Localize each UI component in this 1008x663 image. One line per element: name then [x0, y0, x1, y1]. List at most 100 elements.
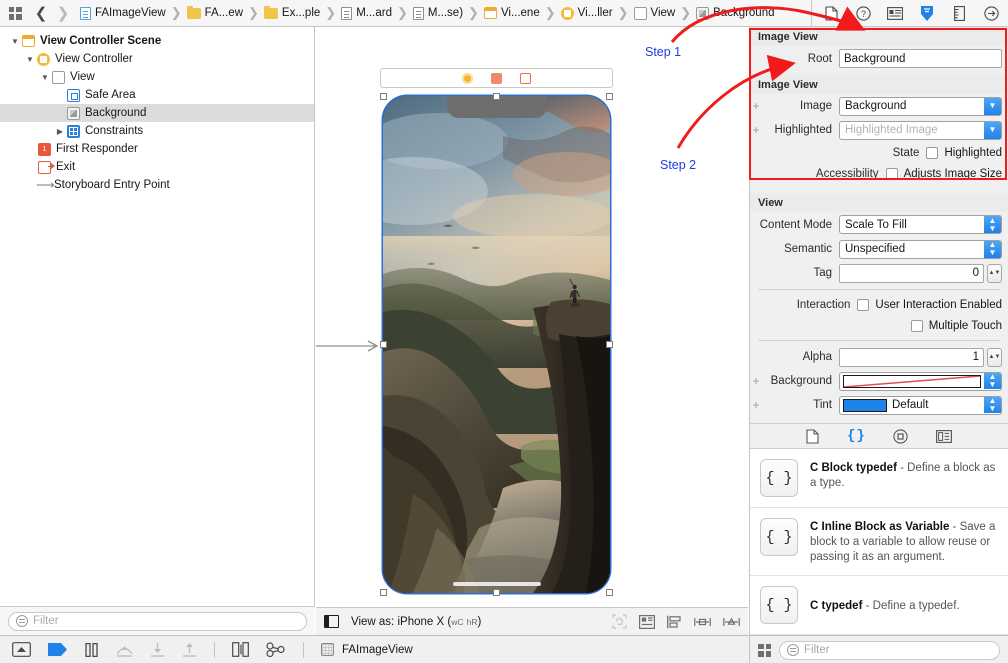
library-grid-toggle-icon[interactable] — [758, 643, 771, 657]
select-stepper-icon[interactable]: ▲ ▼ — [984, 373, 1001, 389]
chevron-down-icon[interactable]: ▼ — [984, 121, 1001, 139]
outline-item-storyboard-entry-point[interactable]: ⟶ Storyboard Entry Point — [0, 176, 314, 194]
step-into-icon[interactable] — [150, 642, 165, 657]
highlighted-checkbox[interactable] — [926, 146, 939, 159]
breakpoint-icon[interactable] — [48, 643, 67, 656]
root-input[interactable]: Background — [839, 49, 1002, 68]
user-interaction-enabled-checkbox[interactable] — [857, 298, 870, 311]
resize-handle-bottom-left[interactable] — [380, 589, 387, 596]
attributes-inspector-tab[interactable] — [918, 4, 936, 22]
embed-in-icon[interactable] — [639, 614, 655, 629]
disclosure-triangle-down-icon[interactable]: ▼ — [8, 37, 22, 46]
outline-filter-input[interactable]: Filter — [8, 611, 307, 631]
add-highlighted-variation-icon[interactable]: + — [750, 123, 762, 137]
code-snippet-library-tab[interactable]: { } — [847, 428, 865, 444]
device-preview[interactable] — [380, 93, 613, 596]
debug-view-hierarchy-icon[interactable] — [232, 642, 249, 657]
highlighted-image-combobox[interactable]: Highlighted Image ▼ — [839, 120, 1002, 140]
outline-item-view[interactable]: ▼ View — [0, 68, 314, 86]
content-mode-select[interactable]: Scale To Fill ▲ ▼ — [839, 215, 1002, 234]
chevron-down-icon[interactable]: ▼ — [984, 97, 1001, 115]
tint-color-select[interactable]: Default ▲ ▼ — [839, 395, 1002, 415]
disclosure-triangle-right-icon[interactable]: ▶ — [53, 127, 67, 136]
resize-handle-top-center[interactable] — [493, 93, 500, 100]
breadcrumb-item-5[interactable]: Vi...ene — [483, 7, 540, 19]
resize-handle-middle-right[interactable] — [606, 341, 613, 348]
memory-graph-icon[interactable] — [266, 642, 286, 657]
size-inspector-tab[interactable] — [950, 4, 968, 22]
quick-help-inspector-tab[interactable]: ? — [854, 4, 872, 22]
code-snippet-list[interactable]: { } C Block typedef - Define a block as … — [750, 449, 1008, 635]
step-over-icon[interactable] — [116, 643, 133, 657]
add-tint-variation-icon[interactable]: + — [750, 398, 762, 412]
background-color-well[interactable]: ▲ ▼ — [839, 371, 1002, 391]
scene-dock-bar[interactable] — [380, 68, 613, 88]
show-hide-navigator-icon[interactable] — [12, 642, 31, 657]
breadcrumb-item-0[interactable]: FAImageView — [80, 6, 166, 20]
tag-input[interactable]: 0 — [839, 263, 984, 283]
object-library-tab[interactable] — [893, 428, 908, 444]
tint-color-swatch[interactable] — [843, 398, 887, 412]
file-inspector-tab[interactable] — [822, 4, 840, 22]
storyboard-canvas[interactable] — [316, 27, 748, 607]
outline-item-background[interactable]: Background — [0, 104, 314, 122]
resize-handle-middle-left[interactable] — [380, 341, 387, 348]
disclosure-triangle-down-icon[interactable]: ▼ — [23, 55, 37, 64]
select-stepper-icon[interactable]: ▲ ▼ — [984, 240, 1001, 258]
pause-icon[interactable] — [84, 642, 99, 657]
image-combobox[interactable]: Background ▼ — [839, 96, 1002, 116]
breadcrumb-item-8[interactable]: Background — [696, 6, 775, 20]
list-item[interactable]: { } C Inline Block as Variable - Save a … — [750, 508, 1008, 576]
iphone-x-screen[interactable] — [383, 96, 610, 593]
disclosure-triangle-down-icon[interactable]: ▼ — [38, 73, 52, 82]
forward-button[interactable]: ❯ — [52, 2, 74, 24]
breadcrumb-item-2[interactable]: Ex...ple — [263, 5, 320, 19]
adjusts-image-size-checkbox[interactable] — [885, 167, 898, 180]
align-icon[interactable] — [667, 615, 682, 629]
update-frames-icon[interactable] — [612, 614, 627, 629]
semantic-select[interactable]: Unspecified ▲ ▼ — [839, 239, 1002, 259]
outline-item-constraints[interactable]: ▶ Constraints — [0, 122, 314, 140]
view-controller-dock-icon[interactable] — [462, 72, 473, 84]
library-filter-input[interactable]: Filter — [779, 640, 1000, 660]
view-as-icon[interactable] — [324, 615, 339, 628]
outline-item-safe-area[interactable]: Safe Area — [0, 86, 314, 104]
exit-dock-icon[interactable] — [520, 72, 531, 84]
outline-item-view-controller-scene[interactable]: ▼ View Controller Scene — [0, 32, 314, 50]
list-item[interactable]: { } C Block typedef - Define a block as … — [750, 449, 1008, 508]
jump-bar-grid-icon[interactable] — [0, 6, 30, 20]
view-as-label[interactable]: View as: iPhone X (wC hR) — [351, 616, 481, 628]
back-button[interactable]: ❮ — [30, 2, 52, 24]
breadcrumb-item-3[interactable]: M...ard — [341, 6, 392, 20]
outline-item-exit[interactable]: Exit — [0, 158, 314, 176]
resolve-issues-icon[interactable] — [723, 615, 740, 629]
clear-color-swatch[interactable] — [843, 374, 981, 388]
add-background-variation-icon[interactable]: + — [750, 374, 762, 388]
breadcrumb-item-6[interactable]: Vi...ller — [560, 6, 613, 20]
file-template-library-tab[interactable] — [806, 428, 819, 444]
connections-inspector-tab[interactable] — [982, 4, 1000, 22]
identity-inspector-tab[interactable] — [886, 4, 904, 22]
list-item[interactable]: { } C typedef - Define a typedef. — [750, 576, 1008, 635]
resize-handle-bottom-center[interactable] — [493, 589, 500, 596]
step-out-icon[interactable] — [182, 642, 197, 657]
alpha-input[interactable]: 1 — [839, 347, 984, 367]
select-stepper-icon[interactable]: ▲ ▼ — [984, 216, 1001, 233]
outline-item-view-controller[interactable]: ▼ View Controller — [0, 50, 314, 68]
outline-item-first-responder[interactable]: 1 First Responder — [0, 140, 314, 158]
process-label[interactable]: FAImageView — [342, 644, 413, 656]
first-responder-dock-icon[interactable] — [491, 72, 502, 84]
resize-handle-top-right[interactable] — [606, 93, 613, 100]
add-image-variation-icon[interactable]: + — [750, 99, 762, 113]
select-stepper-icon[interactable]: ▲ ▼ — [984, 397, 1001, 413]
media-library-tab[interactable] — [935, 429, 952, 443]
tag-stepper[interactable]: ▲▼ — [987, 263, 1002, 283]
resize-handle-bottom-right[interactable] — [606, 589, 613, 596]
multiple-touch-checkbox[interactable] — [910, 319, 923, 332]
alpha-stepper[interactable]: ▲▼ — [987, 347, 1002, 367]
add-new-constraints-icon[interactable] — [694, 615, 711, 629]
breadcrumb-item-1[interactable]: FA...ew — [186, 5, 243, 19]
breadcrumb-item-4[interactable]: M...se) — [412, 6, 463, 20]
resize-handle-top-left[interactable] — [380, 93, 387, 100]
breadcrumb-item-7[interactable]: View — [633, 6, 675, 20]
